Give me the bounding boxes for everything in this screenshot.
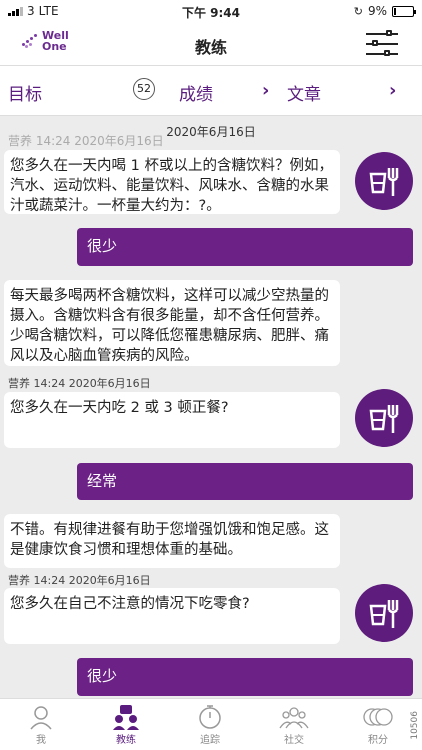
message-meta: 营养 14:24 2020年6月16日 (8, 574, 151, 587)
nutrition-avatar-icon (355, 152, 413, 210)
stopwatch-icon (180, 703, 240, 731)
tab-me[interactable]: 我 (11, 703, 71, 746)
orientation-lock-icon: ↻ (353, 4, 363, 18)
tab-coach[interactable]: 教练 (96, 703, 156, 746)
coach-message: 您多久在自己不注意的情况下吃零食? (4, 588, 340, 644)
coach-message: 每天最多喝两杯含糖饮料，这样可以减少空热量的摄入。含糖饮料含有很多能量，却不含任… (4, 280, 340, 366)
coach-icon (96, 703, 156, 731)
battery-percent: 9% (367, 4, 387, 18)
tab-score[interactable]: 成绩 (179, 80, 213, 105)
tab-article[interactable]: 文章 (287, 80, 321, 105)
coach-message: 不错。有规律进餐有助于您增强饥饿和饱足感。这是健康饮食习惯和理想体重的基础。 (4, 514, 340, 568)
tab-tracking[interactable]: 追踪 (180, 703, 240, 746)
battery-icon (392, 5, 416, 17)
person-icon (11, 703, 71, 731)
user-reply: 经常 (77, 463, 413, 500)
coach-message: 您多久在一天内喝 1 杯或以上的含糖饮料？例如，汽水、运动饮料、能量饮料、风味水… (4, 150, 340, 214)
chevron-right-icon[interactable]: › (262, 80, 269, 101)
tab-points[interactable]: 积分 (348, 703, 408, 746)
app-header: Well One 教练 (0, 22, 422, 66)
goal-count-badge: 52 (133, 78, 155, 100)
version-number: 10506 (410, 711, 420, 740)
coach-message: 您多久在一天内吃 2 或 3 顿正餐? (4, 392, 340, 448)
tab-goal[interactable]: 目标 (8, 80, 42, 105)
coach-nav: 目标 52 成绩 › 文章 › (0, 66, 422, 116)
page-title: 教练 (194, 38, 227, 57)
nutrition-avatar-icon (355, 584, 413, 642)
status-bar: 3 LTE 下午 9:44 ↻ 9% (0, 0, 422, 22)
date-divider: 2020年6月16日 (166, 125, 256, 139)
message-meta: 营养 14:24 2020年6月16日 (8, 377, 151, 390)
user-reply: 很少 (77, 228, 413, 266)
settings-sliders-icon[interactable] (366, 30, 398, 57)
tab-social[interactable]: 社交 (264, 703, 324, 746)
nutrition-avatar-icon (355, 389, 413, 447)
user-reply: 很少 (77, 658, 413, 696)
group-icon (264, 703, 324, 731)
bottom-tab-bar: 我 教练 追踪 社交 积分 10506 (0, 698, 422, 750)
chevron-right-icon[interactable]: › (389, 80, 396, 101)
coins-icon (348, 703, 408, 731)
